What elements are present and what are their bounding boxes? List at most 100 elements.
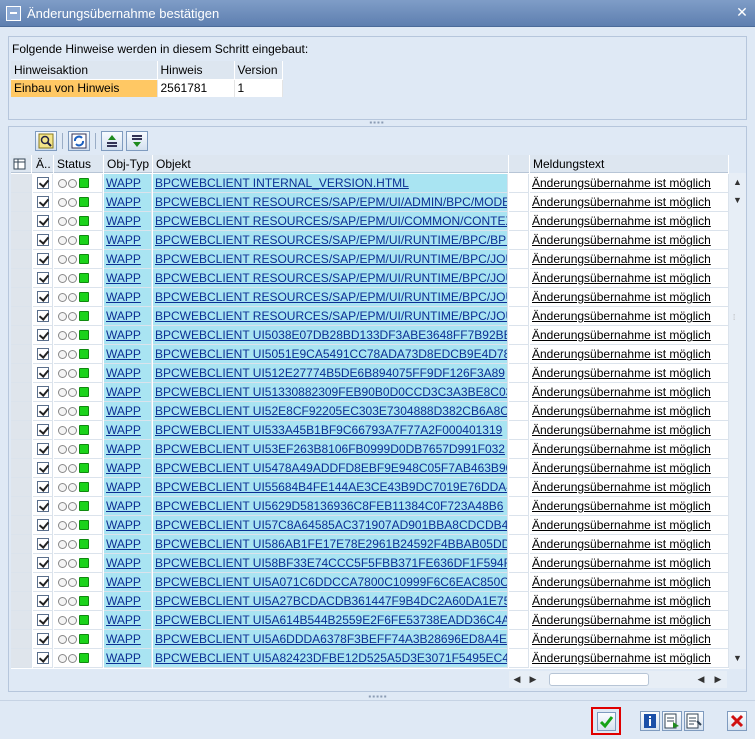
- objtype-link[interactable]: WAPP: [106, 575, 141, 589]
- cancel-button[interactable]: [727, 711, 747, 731]
- scroll-right-icon[interactable]: ▶: [712, 673, 724, 686]
- row-checkbox[interactable]: [37, 424, 49, 436]
- objtype-link[interactable]: WAPP: [106, 442, 141, 456]
- row-checkbox-cell[interactable]: [33, 554, 53, 573]
- message-link[interactable]: Änderungsübernahme ist möglich: [532, 556, 711, 570]
- message-link[interactable]: Änderungsübernahme ist möglich: [532, 290, 711, 304]
- row-selector[interactable]: [11, 516, 32, 535]
- row-selector[interactable]: [11, 326, 32, 345]
- objtype-cell[interactable]: WAPP: [104, 288, 152, 307]
- objtype-link[interactable]: WAPP: [106, 176, 141, 190]
- row-checkbox[interactable]: [37, 462, 49, 474]
- table-row[interactable]: WAPP BPCWEBCLIENT RESOURCES/SAP/EPM/UI/RU…: [11, 269, 729, 288]
- objtype-link[interactable]: WAPP: [106, 309, 141, 323]
- object-link[interactable]: BPCWEBCLIENT RESOURCES/SAP/EPM/UI/ADMIN/…: [155, 195, 507, 209]
- table-row[interactable]: WAPP BPCWEBCLIENT UI5478A49ADDFD8EBF9E948…: [11, 459, 729, 478]
- scroll-right-step-icon[interactable]: ◀: [695, 673, 707, 686]
- objtype-cell[interactable]: WAPP: [104, 535, 152, 554]
- objtype-link[interactable]: WAPP: [106, 366, 141, 380]
- row-checkbox[interactable]: [37, 234, 49, 246]
- objtype-link[interactable]: WAPP: [106, 252, 141, 266]
- scroll-down-icon[interactable]: ▼: [731, 193, 744, 207]
- row-selector[interactable]: [11, 402, 32, 421]
- message-link[interactable]: Änderungsübernahme ist möglich: [532, 651, 711, 665]
- table-row[interactable]: WAPP BPCWEBCLIENT UI5051E9CA5491CC78ADA73…: [11, 345, 729, 364]
- object-link[interactable]: BPCWEBCLIENT UI5038E07DB28BD133DF3ABE364…: [155, 328, 507, 342]
- table-row[interactable]: WAPP BPCWEBCLIENT UI512E27774B5DE6B894075…: [11, 364, 729, 383]
- object-link[interactable]: BPCWEBCLIENT RESOURCES/SAP/EPM/UI/COMMON…: [155, 214, 507, 228]
- object-link[interactable]: BPCWEBCLIENT RESOURCES/SAP/EPM/UI/RUNTIM…: [155, 252, 507, 266]
- object-link[interactable]: BPCWEBCLIENT UI58BF33E74CCC5F5FBB371FE63…: [155, 556, 507, 570]
- row-checkbox[interactable]: [37, 272, 49, 284]
- table-row[interactable]: WAPP BPCWEBCLIENT RESOURCES/SAP/EPM/UI/CO…: [11, 212, 729, 231]
- row-checkbox-cell[interactable]: [33, 535, 53, 554]
- message-link[interactable]: Änderungsübernahme ist möglich: [532, 480, 711, 494]
- object-link[interactable]: BPCWEBCLIENT INTERNAL_VERSION.HTML: [155, 176, 409, 190]
- row-checkbox[interactable]: [37, 595, 49, 607]
- object-cell[interactable]: BPCWEBCLIENT UI51330882309FEB90B0D0CCD3C…: [153, 383, 508, 402]
- object-link[interactable]: BPCWEBCLIENT UI57C8A64585AC371907AD901BB…: [155, 518, 507, 532]
- objtype-cell[interactable]: WAPP: [104, 402, 152, 421]
- message-cell[interactable]: Änderungsübernahme ist möglich: [530, 478, 729, 497]
- row-checkbox[interactable]: [37, 177, 49, 189]
- objtype-cell[interactable]: WAPP: [104, 231, 152, 250]
- row-checkbox[interactable]: [37, 196, 49, 208]
- horizontal-scrollbar[interactable]: ◀ ▶ ◀ ▶: [509, 671, 727, 688]
- objtype-cell[interactable]: WAPP: [104, 592, 152, 611]
- table-row[interactable]: WAPP BPCWEBCLIENT UI5A071C6DDCCA7800C1099…: [11, 573, 729, 592]
- scroll-left-icon[interactable]: ◀: [511, 673, 523, 686]
- message-cell[interactable]: Änderungsübernahme ist möglich: [530, 174, 729, 193]
- objtype-link[interactable]: WAPP: [106, 404, 141, 418]
- object-cell[interactable]: BPCWEBCLIENT UI5A071C6DDCCA7800C10999F6C…: [153, 573, 508, 592]
- row-selector[interactable]: [11, 345, 32, 364]
- objtype-link[interactable]: WAPP: [106, 290, 141, 304]
- message-link[interactable]: Änderungsübernahme ist möglich: [532, 575, 711, 589]
- row-checkbox-cell[interactable]: [33, 231, 53, 250]
- row-checkbox-cell[interactable]: [33, 497, 53, 516]
- object-cell[interactable]: BPCWEBCLIENT UI5051E9CA5491CC78ADA73D8ED…: [153, 345, 508, 364]
- objtype-cell[interactable]: WAPP: [104, 307, 152, 326]
- row-checkbox[interactable]: [37, 443, 49, 455]
- scroll-bottom-icon[interactable]: ▼: [731, 651, 744, 665]
- objtype-cell[interactable]: WAPP: [104, 516, 152, 535]
- row-checkbox[interactable]: [37, 576, 49, 588]
- splitter-handle-bottom[interactable]: ▪▪▪▪▪: [365, 693, 391, 701]
- row-selector[interactable]: [11, 193, 32, 212]
- row-checkbox-cell[interactable]: [33, 326, 53, 345]
- object-cell[interactable]: BPCWEBCLIENT RESOURCES/SAP/EPM/UI/RUNTIM…: [153, 250, 508, 269]
- table-row[interactable]: Einbau von Hinweis 2561781 1: [11, 78, 283, 97]
- row-selector[interactable]: [11, 459, 32, 478]
- objtype-link[interactable]: WAPP: [106, 423, 141, 437]
- object-link[interactable]: BPCWEBCLIENT UI5051E9CA5491CC78ADA73D8ED…: [155, 347, 507, 361]
- objtype-cell[interactable]: WAPP: [104, 554, 152, 573]
- column-header-hinweisaktion[interactable]: Hinweisaktion: [11, 61, 158, 79]
- object-cell[interactable]: BPCWEBCLIENT INTERNAL_VERSION.HTML: [153, 174, 508, 193]
- details-button[interactable]: [684, 711, 704, 731]
- row-checkbox-cell[interactable]: [33, 611, 53, 630]
- row-checkbox-cell[interactable]: [33, 630, 53, 649]
- object-cell[interactable]: BPCWEBCLIENT RESOURCES/SAP/EPM/UI/RUNTIM…: [153, 269, 508, 288]
- row-checkbox-cell[interactable]: [33, 212, 53, 231]
- table-row[interactable]: WAPP BPCWEBCLIENT RESOURCES/SAP/EPM/UI/RU…: [11, 231, 729, 250]
- objtype-cell[interactable]: WAPP: [104, 497, 152, 516]
- row-checkbox[interactable]: [37, 652, 49, 664]
- table-row[interactable]: WAPP BPCWEBCLIENT UI5A6DDDA6378F3BEFF74A3…: [11, 630, 729, 649]
- object-cell[interactable]: BPCWEBCLIENT RESOURCES/SAP/EPM/UI/RUNTIM…: [153, 231, 508, 250]
- object-link[interactable]: BPCWEBCLIENT UI5478A49ADDFD8EBF9E948C05F…: [155, 461, 507, 475]
- table-row[interactable]: WAPP BPCWEBCLIENT RESOURCES/SAP/EPM/UI/RU…: [11, 250, 729, 269]
- row-selector[interactable]: [11, 497, 32, 516]
- message-link[interactable]: Änderungsübernahme ist möglich: [532, 309, 711, 323]
- row-checkbox-cell[interactable]: [33, 478, 53, 497]
- row-checkbox-cell[interactable]: [33, 421, 53, 440]
- message-link[interactable]: Änderungsübernahme ist möglich: [532, 499, 711, 513]
- object-link[interactable]: BPCWEBCLIENT RESOURCES/SAP/EPM/UI/RUNTIM…: [155, 271, 507, 285]
- objtype-link[interactable]: WAPP: [106, 328, 141, 342]
- row-checkbox-cell[interactable]: [33, 573, 53, 592]
- scroll-left-step-icon[interactable]: ▶: [527, 673, 539, 686]
- row-selector[interactable]: [11, 269, 32, 288]
- message-cell[interactable]: Änderungsübernahme ist möglich: [530, 611, 729, 630]
- row-checkbox-cell[interactable]: [33, 250, 53, 269]
- row-checkbox-cell[interactable]: [33, 288, 53, 307]
- row-checkbox-cell[interactable]: [33, 516, 53, 535]
- row-selector[interactable]: [11, 535, 32, 554]
